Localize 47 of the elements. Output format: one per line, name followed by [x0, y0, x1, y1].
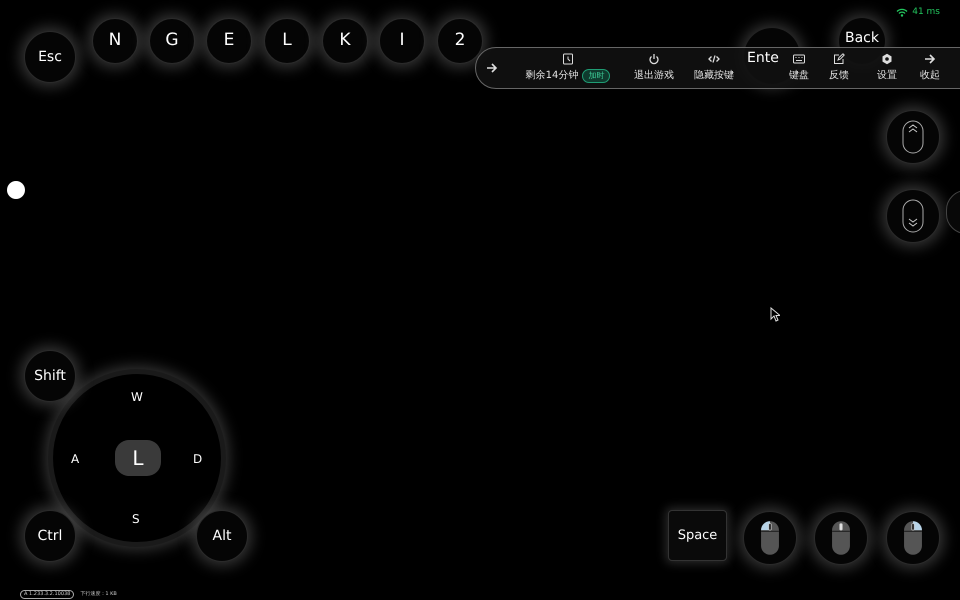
key-button[interactable]: E [206, 18, 252, 64]
key-button[interactable]: Ente [746, 49, 780, 67]
extend-time-badge[interactable]: 加时 [582, 68, 610, 82]
direction-label: D [193, 451, 202, 468]
key-button[interactable]: L [264, 18, 310, 64]
key-button[interactable]: Esc [24, 31, 76, 83]
toolbar-label: 退出游戏 [634, 68, 674, 83]
toolbar-button[interactable]: 键盘 [784, 53, 814, 83]
joystick-knob[interactable]: L [115, 440, 161, 476]
arrow-icon [486, 62, 498, 74]
key-button[interactable]: Alt [196, 510, 248, 562]
toolbar-button[interactable]: 隐藏按键 [684, 53, 744, 83]
key-button[interactable]: G [149, 18, 195, 64]
toolbar-label: 收起 [920, 68, 940, 83]
toolbar-button[interactable]: 设置 [864, 53, 910, 83]
toolbar-label: 设置 [877, 68, 897, 83]
key-button[interactable]: Shift [24, 350, 76, 402]
toolbar-button[interactable]: 退出游戏 [624, 53, 684, 83]
edit-icon [833, 53, 845, 65]
direction-label: S [132, 511, 140, 528]
key-button[interactable]: I [379, 18, 425, 64]
direction-label: A [71, 451, 80, 468]
toolbar-label: 反馈 [829, 69, 849, 83]
space-key[interactable]: Space [668, 510, 727, 561]
key-button[interactable]: K [322, 18, 368, 64]
toolbar-label: 键盘 [789, 68, 809, 83]
double-chevron-up-icon [902, 120, 924, 154]
direction-label: W [131, 389, 143, 406]
power-icon [648, 53, 660, 65]
toolbar-label: 剩余14分钟 [526, 68, 578, 83]
toolbar-button[interactable]: 反馈 [814, 53, 864, 83]
toolbar-button[interactable]: 剩余14分钟 加时 [512, 53, 624, 83]
latency-text: 41 ms [912, 6, 940, 19]
arrow-icon [924, 53, 936, 65]
mouse-pointer-icon [770, 307, 780, 322]
key-button[interactable]: N [92, 18, 138, 64]
code-icon [708, 53, 720, 65]
settings-icon [881, 53, 893, 65]
key-button[interactable]: Back [839, 30, 885, 46]
keyboard-icon [793, 53, 805, 65]
toolbar-button[interactable]: 收起 [910, 53, 950, 83]
double-chevron-down-icon [902, 199, 924, 233]
key-button[interactable]: 2 [437, 18, 483, 64]
key-button[interactable]: Ctrl [24, 510, 76, 562]
clock-icon [562, 53, 574, 65]
wifi-icon [896, 8, 908, 18]
toolbar-label: 隐藏按键 [694, 68, 734, 83]
